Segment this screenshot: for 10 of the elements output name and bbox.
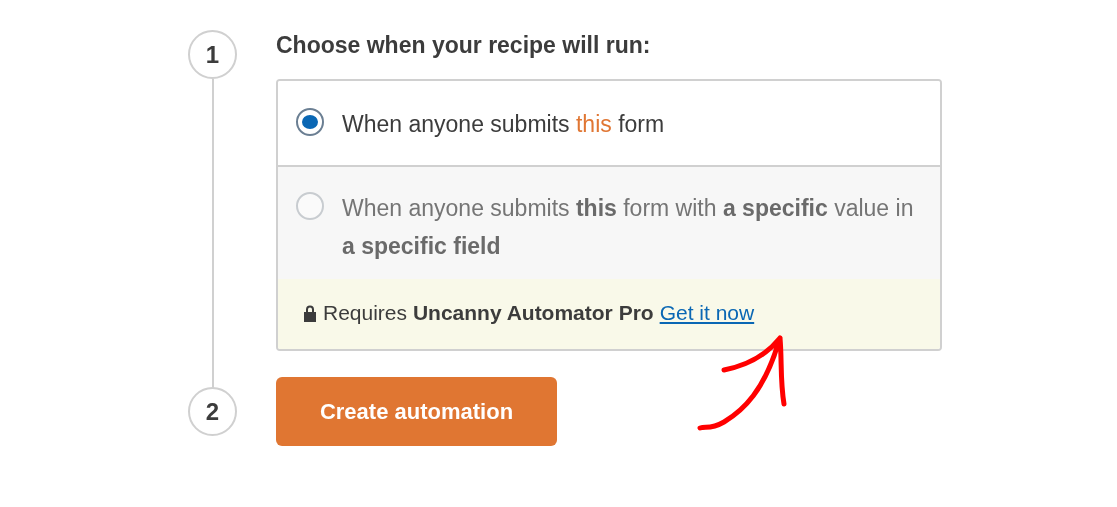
step-number: 1	[188, 30, 237, 79]
notice-text: Requires Uncanny Automator Pro	[323, 301, 654, 325]
option-label: When anyone submits this form	[342, 110, 665, 139]
option-label: When anyone submits this form with a specific value in a specific field	[342, 194, 915, 261]
create-automation-button[interactable]: Create automation	[276, 377, 557, 446]
step-number: 2	[188, 387, 237, 436]
radio-button[interactable]	[296, 108, 324, 136]
section-heading: Choose when your recipe will run:	[276, 32, 652, 59]
get-it-now-link[interactable]: Get it now	[659, 301, 755, 325]
lock-icon	[303, 304, 317, 322]
